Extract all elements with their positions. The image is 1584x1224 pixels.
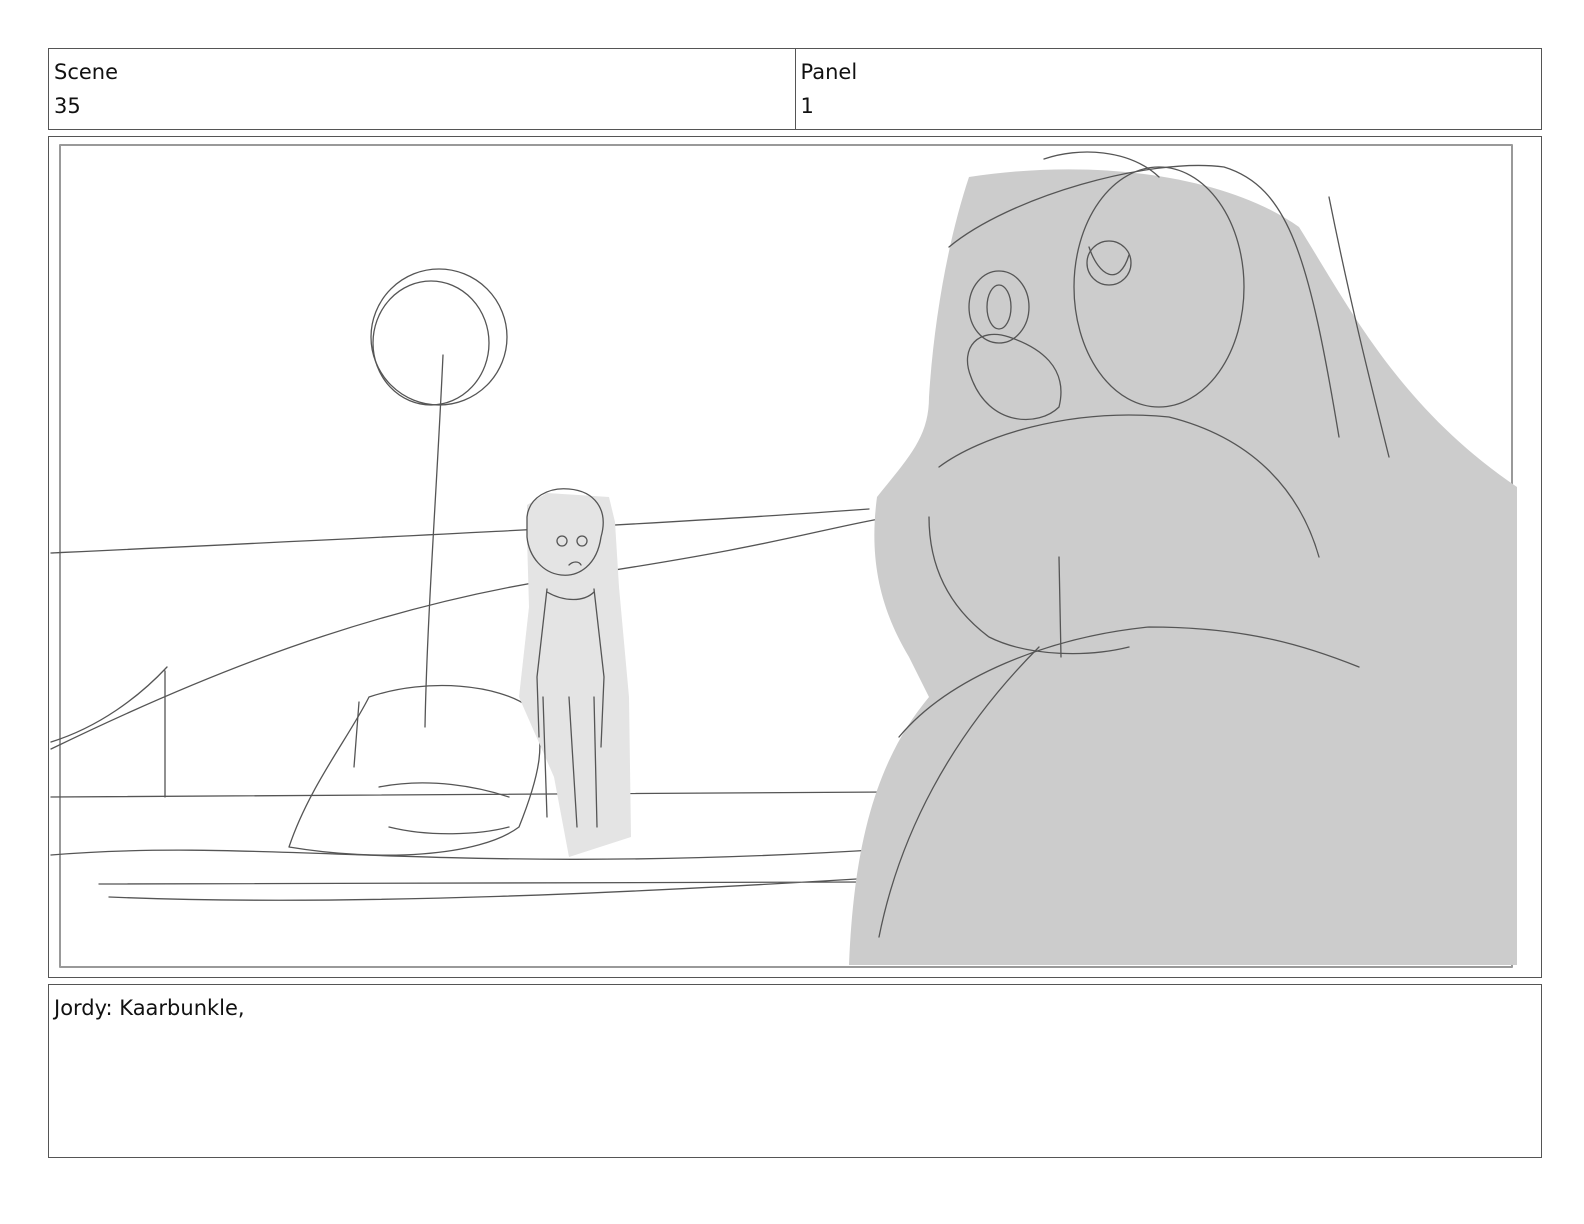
creature-tone <box>849 169 1517 965</box>
rock <box>288 684 541 856</box>
hill-line <box>50 518 880 750</box>
scene-label: Scene <box>54 60 119 84</box>
lamp-post <box>370 268 508 728</box>
notes-box: Jordy: Kaarbunkle, <box>48 984 1542 1158</box>
storyboard-frame <box>48 136 1542 978</box>
panel-number: 1 <box>800 94 814 118</box>
panel-label: Panel <box>800 60 858 84</box>
storyboard-sketch <box>50 144 1517 968</box>
shore-line <box>98 876 890 901</box>
scene-number: 35 <box>54 94 81 118</box>
panel-cell: Panel 1 <box>794 49 1542 129</box>
railing <box>50 666 890 860</box>
scene-cell: Scene 35 <box>49 49 795 129</box>
dialogue-text: Jordy: Kaarbunkle, <box>54 996 245 1020</box>
panel-header: Scene 35 Panel 1 <box>48 48 1542 130</box>
